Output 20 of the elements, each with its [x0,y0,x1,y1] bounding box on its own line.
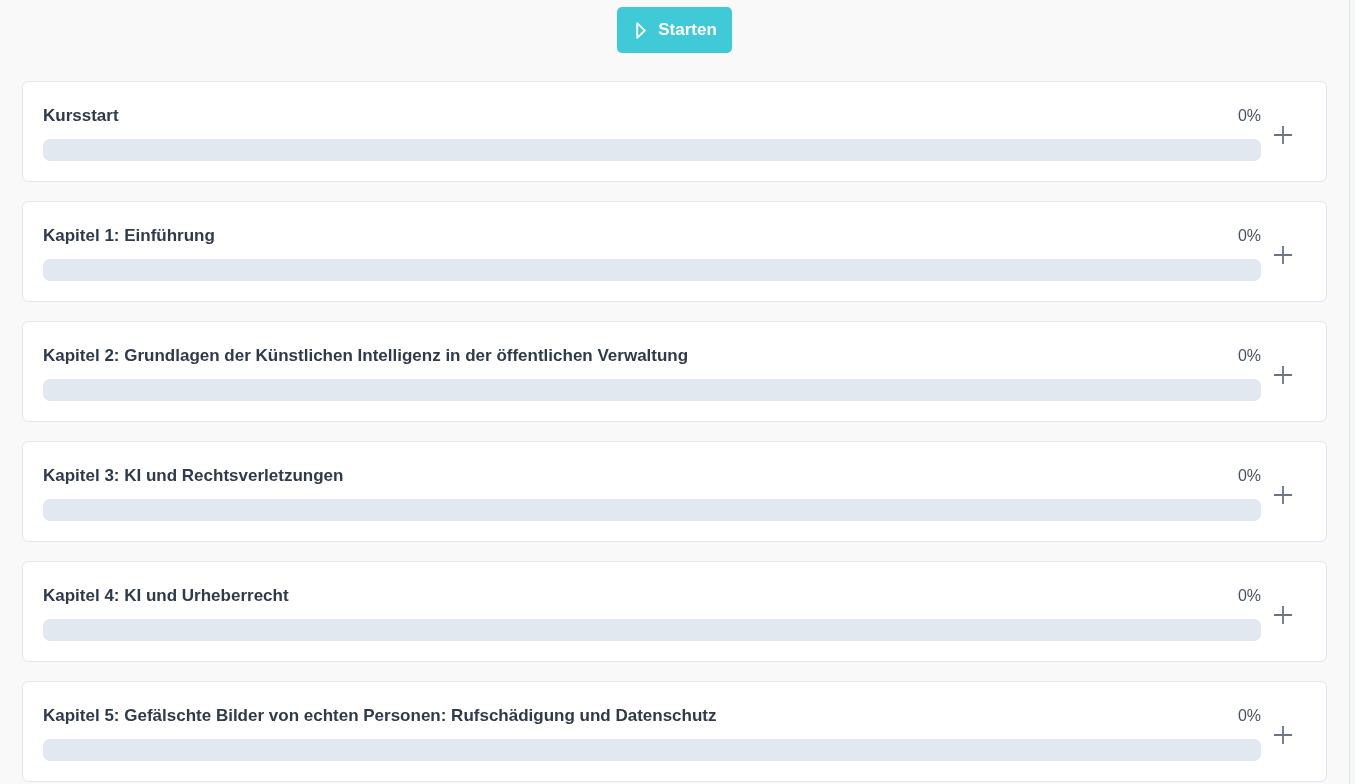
progress-percent: 0% [1237,467,1261,485]
plus-icon[interactable] [1274,365,1292,384]
start-button[interactable]: Starten [617,7,732,53]
progress-percent: 0% [1237,347,1261,365]
chapter-title: Kapitel 4: KI und Urheberrecht [43,586,289,606]
progress-percent: 0% [1237,587,1261,605]
chapter-title: Kursstart [43,106,119,126]
plus-icon[interactable] [1274,125,1292,144]
progress-percent: 0% [1237,227,1261,245]
chapter-title: Kapitel 2: Grundlagen der Künstlichen Intelligenz in der öffentlichen Verwaltung [43,346,689,366]
chapter-title: Kapitel 1: Einführung [43,226,215,246]
plus-icon[interactable] [1274,485,1292,504]
progress-percent: 0% [1237,707,1261,725]
plus-icon[interactable] [1274,605,1292,624]
play-icon [636,21,647,39]
chapter-title: Kapitel 5: Gefälschte Bilder von echten Personen: Rufschädigung und Datenschutz [43,706,717,726]
progress-percent: 0% [1237,107,1261,125]
plus-icon[interactable] [1274,725,1292,744]
chapter-title: Kapitel 3: KI und Rechtsverletzungen [43,466,344,486]
plus-icon[interactable] [1274,245,1292,264]
